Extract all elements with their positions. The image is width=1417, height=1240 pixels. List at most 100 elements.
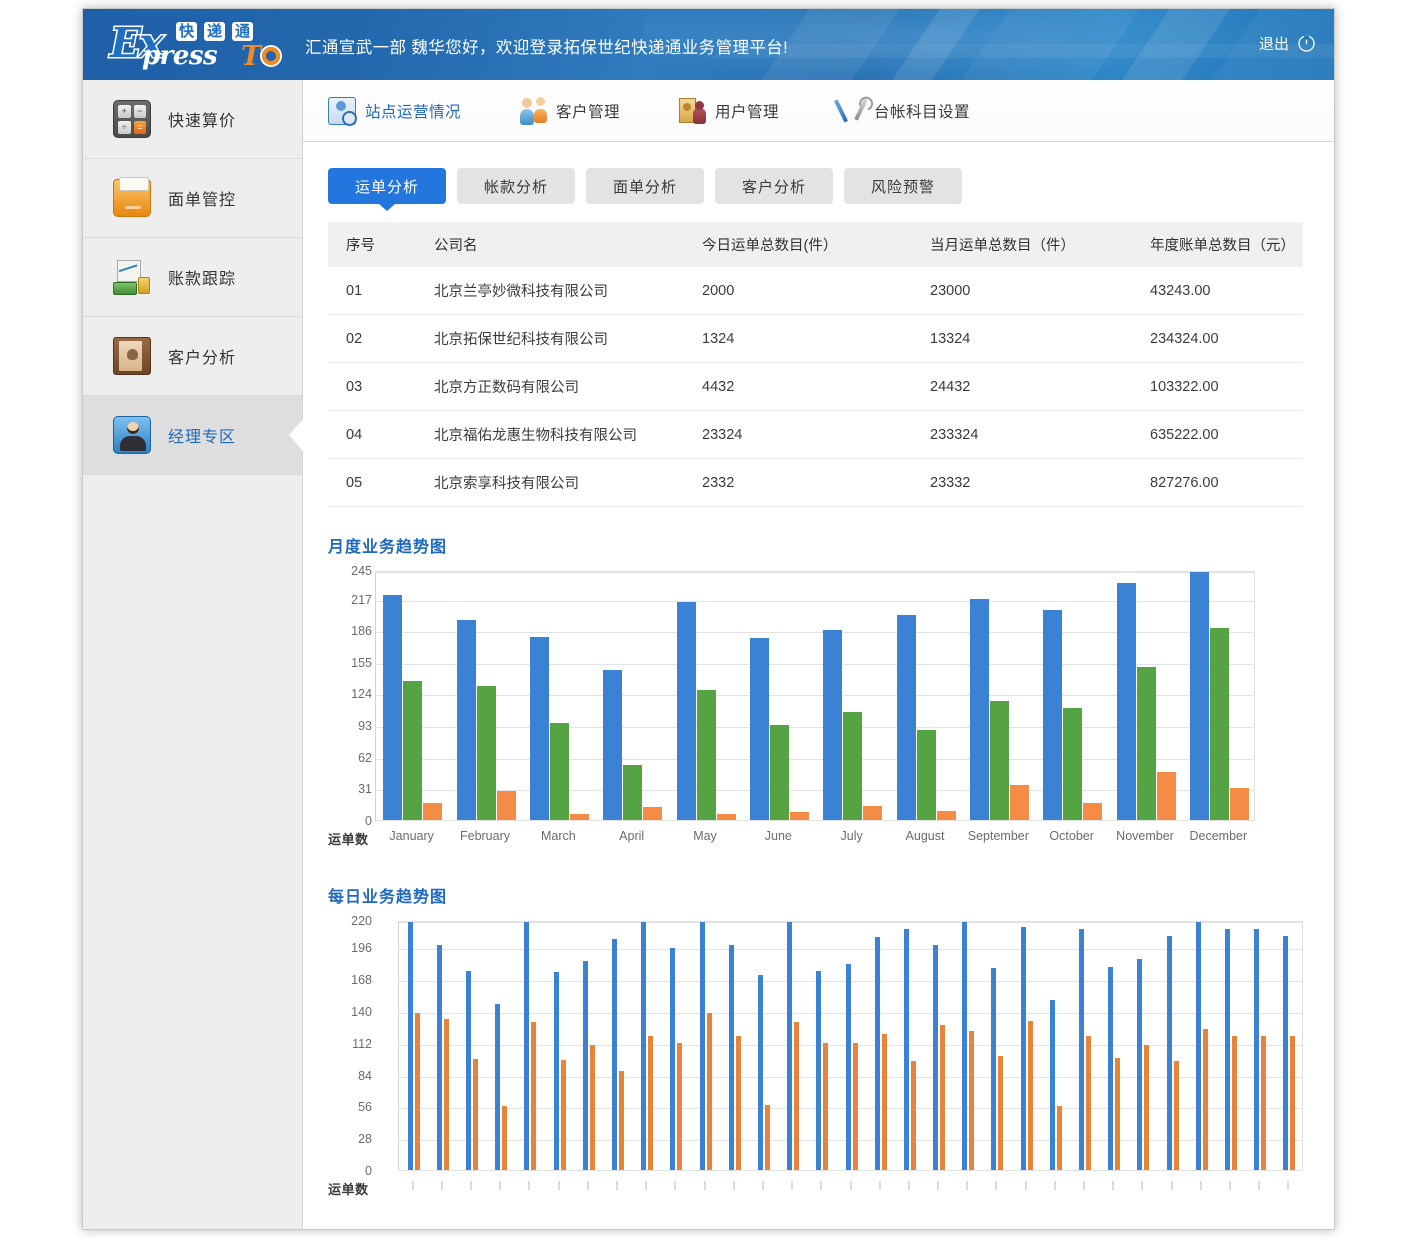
logo-t-text: T bbox=[241, 41, 261, 72]
cell-month: 23332 bbox=[912, 459, 1132, 507]
topnav-item-customer-management[interactable]: 客户管理 bbox=[519, 97, 620, 125]
chart-bar bbox=[561, 1060, 566, 1170]
tab-label: 运单分析 bbox=[355, 176, 419, 197]
x-tick-mark bbox=[821, 1181, 822, 1190]
x-tick-mark bbox=[587, 1181, 588, 1190]
cell-company: 北京索享科技有限公司 bbox=[416, 459, 684, 507]
sidebar-item-manager-zone[interactable]: 经理专区 bbox=[83, 396, 302, 475]
y-tick-label: 0 bbox=[335, 814, 372, 828]
x-tick-label: April bbox=[619, 829, 644, 843]
chart-bar bbox=[383, 595, 402, 821]
tab-customer-analysis[interactable]: 客户分析 bbox=[715, 168, 833, 204]
chart-bar bbox=[897, 615, 916, 820]
cell-today: 4432 bbox=[684, 363, 912, 411]
topnav-item-site-operations[interactable]: 站点运营情况 bbox=[328, 97, 461, 125]
chart-bar bbox=[736, 1036, 741, 1170]
chart-bar bbox=[790, 812, 809, 820]
chart-bar bbox=[502, 1106, 507, 1170]
topnav-item-user-management[interactable]: 用户管理 bbox=[678, 97, 779, 125]
x-tick-mark bbox=[1142, 1181, 1143, 1190]
chart-bar bbox=[970, 599, 989, 820]
chart-bar bbox=[969, 1031, 974, 1170]
chart-bar bbox=[473, 1059, 478, 1170]
table-row[interactable]: 05 北京索享科技有限公司 2332 23332 827276.00 bbox=[328, 459, 1303, 507]
chart-bar bbox=[937, 811, 956, 820]
chart-bar bbox=[495, 1004, 500, 1170]
monthly-chart-title: 月度业务趋势图 bbox=[328, 533, 1334, 557]
x-tick-mark bbox=[646, 1181, 647, 1190]
x-tick-label: September bbox=[968, 829, 1029, 843]
x-tick-mark bbox=[1025, 1181, 1026, 1190]
chart-bar bbox=[1010, 785, 1029, 820]
chart-bar bbox=[1115, 1058, 1120, 1171]
logo-chinese-chars: 快 递 通 bbox=[176, 22, 253, 41]
customers-icon bbox=[519, 97, 547, 125]
x-tick-label: December bbox=[1189, 829, 1247, 843]
y-tick-label: 112 bbox=[312, 1037, 372, 1051]
th-index: 序号 bbox=[328, 222, 416, 267]
sidebar-item-account-tracking[interactable]: 账款跟踪 bbox=[83, 238, 302, 317]
chart-bar bbox=[697, 690, 716, 820]
chart-bar bbox=[497, 791, 516, 820]
app-header: Ex press T 快 递 通 汇通宣武一部 魏华您好，欢迎登录拓保世纪快递通… bbox=[83, 9, 1334, 80]
chart-bar bbox=[700, 921, 705, 1170]
chart-bar bbox=[1144, 1045, 1149, 1170]
contact-book-icon bbox=[113, 337, 151, 375]
y-tick-label: 84 bbox=[312, 1069, 372, 1083]
table-row[interactable]: 02 北京拓保世纪科技有限公司 1324 13324 234324.00 bbox=[328, 315, 1303, 363]
chart-bar bbox=[677, 602, 696, 820]
chart-bar bbox=[1157, 772, 1176, 820]
x-tick-mark bbox=[675, 1181, 676, 1190]
plot-area bbox=[398, 921, 1303, 1171]
user-door-icon bbox=[678, 97, 706, 125]
sidebar-item-waybill-control[interactable]: 面单管控 bbox=[83, 159, 302, 238]
cell-year: 234324.00 bbox=[1132, 315, 1303, 363]
tab-waybill-analysis[interactable]: 运单分析 bbox=[328, 168, 446, 204]
tab-risk-warning[interactable]: 风险预警 bbox=[844, 168, 962, 204]
x-tick-label: March bbox=[541, 829, 576, 843]
chart-bar bbox=[707, 1013, 712, 1170]
y-tick-label: 124 bbox=[335, 687, 372, 701]
cell-today: 23324 bbox=[684, 411, 912, 459]
x-tick-mark bbox=[441, 1181, 442, 1190]
x-tick-mark bbox=[616, 1181, 617, 1190]
chart-bar bbox=[524, 921, 529, 1170]
tab-label: 帐款分析 bbox=[484, 176, 548, 197]
sidebar-item-customer-analysis[interactable]: 客户分析 bbox=[83, 317, 302, 396]
chart-bar bbox=[550, 723, 569, 820]
chart-bar bbox=[758, 975, 763, 1170]
chart-bar bbox=[843, 712, 862, 820]
cell-month: 23000 bbox=[912, 267, 1132, 315]
chart-bar bbox=[729, 945, 734, 1170]
cell-index: 02 bbox=[328, 315, 416, 363]
cell-index: 05 bbox=[328, 459, 416, 507]
chart-bar bbox=[1108, 967, 1113, 1170]
calculator-icon: +−÷= bbox=[113, 100, 151, 138]
chart-bar bbox=[823, 630, 842, 820]
th-company: 公司名 bbox=[416, 222, 684, 267]
chart-bar bbox=[530, 637, 549, 820]
tab-waybill-form-analysis[interactable]: 面单分析 bbox=[586, 168, 704, 204]
operations-table: 序号 公司名 今日运单总数目(件） 当月运单总数目（件） 年度账单总数目（元） … bbox=[328, 222, 1303, 507]
cell-month: 13324 bbox=[912, 315, 1132, 363]
chart-bar bbox=[444, 1019, 449, 1170]
x-tick-mark bbox=[558, 1181, 559, 1190]
chart-bar bbox=[911, 1061, 916, 1170]
cell-company: 北京福佑龙惠生物科技有限公司 bbox=[416, 411, 684, 459]
chart-bar bbox=[750, 638, 769, 820]
table-row[interactable]: 01 北京兰亭妙微科技有限公司 2000 23000 43243.00 bbox=[328, 267, 1303, 315]
sidebar-item-quick-pricing[interactable]: +−÷= 快速算价 bbox=[83, 80, 302, 159]
logout-label: 退出 bbox=[1259, 33, 1289, 54]
chart-bar bbox=[1232, 1036, 1237, 1170]
tab-account-analysis[interactable]: 帐款分析 bbox=[457, 168, 575, 204]
x-tick-mark bbox=[1288, 1181, 1289, 1190]
chart-bar bbox=[717, 814, 736, 820]
y-tick-label: 28 bbox=[312, 1132, 372, 1146]
app-logo[interactable]: Ex press T 快 递 通 bbox=[110, 21, 285, 71]
table-row[interactable]: 04 北京福佑龙惠生物科技有限公司 23324 233324 635222.00 bbox=[328, 411, 1303, 459]
topnav-item-ledger-settings[interactable]: 台帐科目设置 bbox=[837, 97, 970, 125]
chart-bar bbox=[1043, 610, 1062, 820]
logout-button[interactable]: 退出 bbox=[1259, 33, 1316, 54]
y-tick-label: 31 bbox=[335, 782, 372, 796]
table-row[interactable]: 03 北京方正数码有限公司 4432 24432 103322.00 bbox=[328, 363, 1303, 411]
